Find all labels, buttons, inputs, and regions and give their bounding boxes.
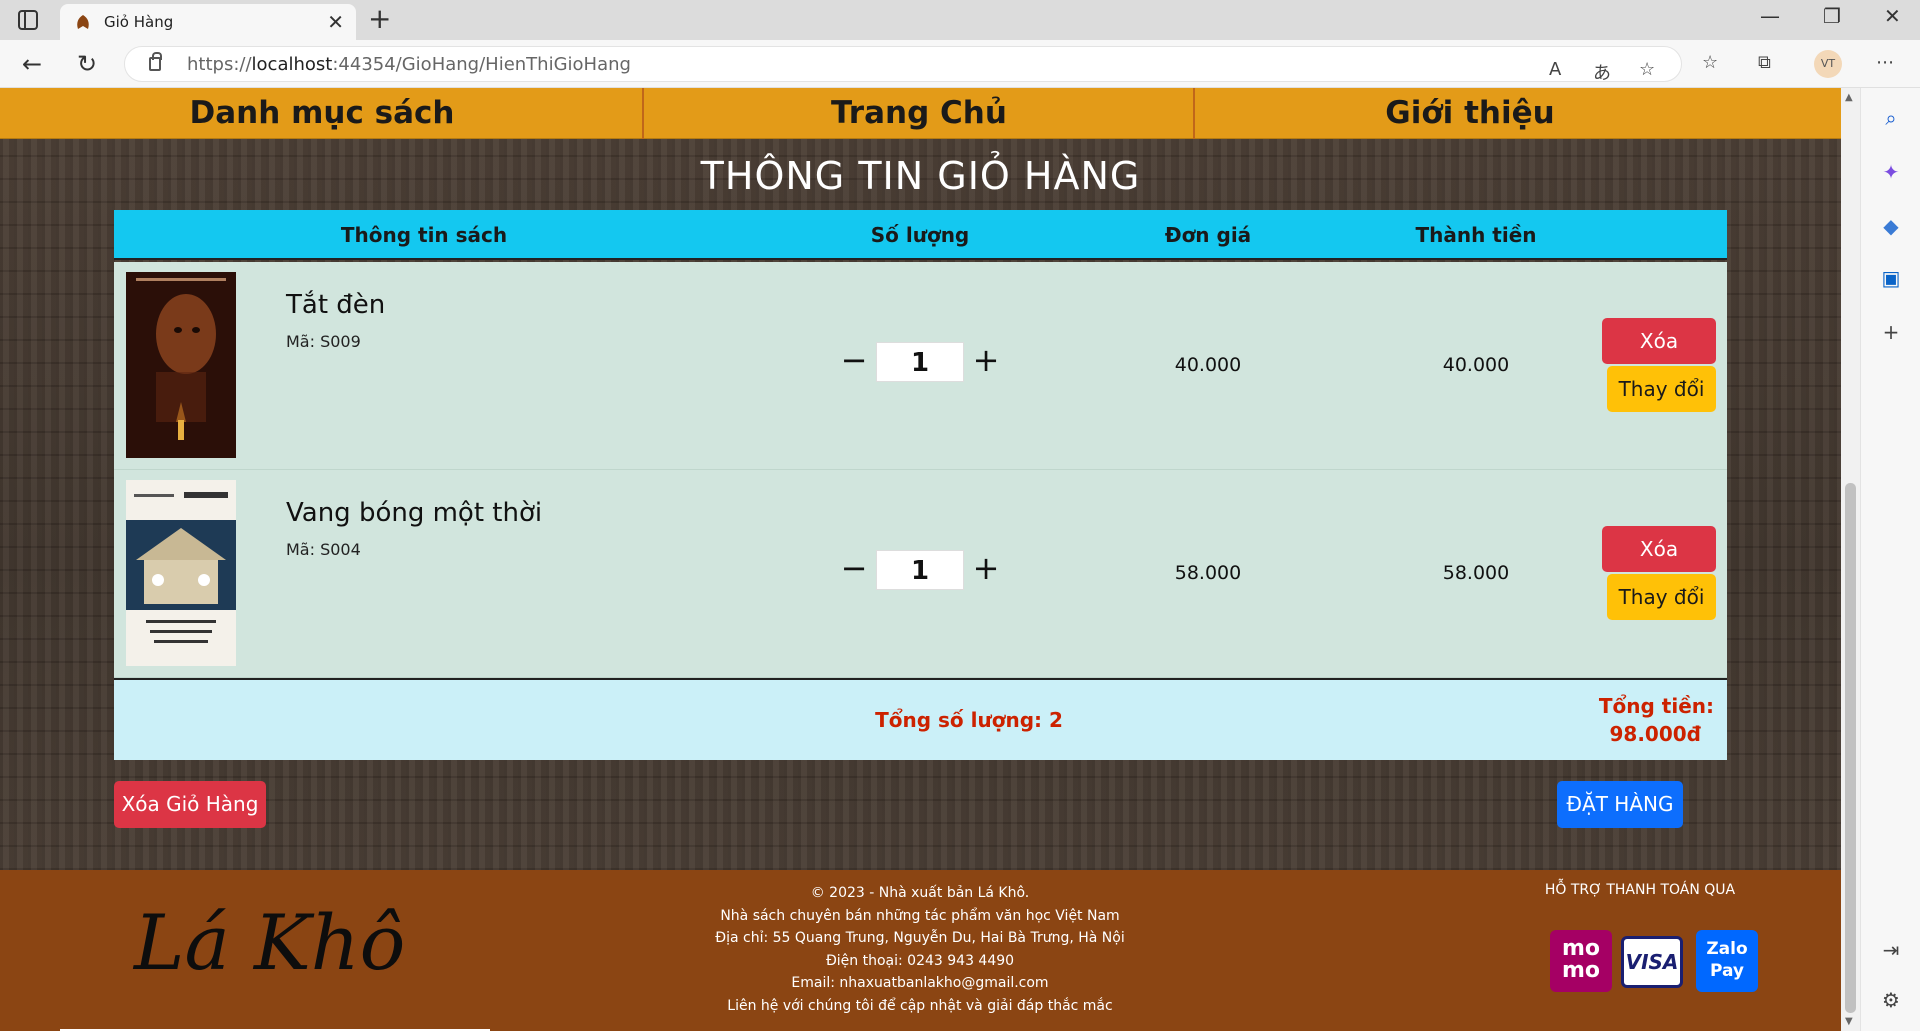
footer-email: Email: nhaxuatbanlakho@gmail.com <box>791 975 1049 991</box>
quantity-input[interactable]: 1 <box>876 550 964 590</box>
shopping-icon[interactable]: ◆ <box>1879 214 1903 238</box>
book-cover-image <box>126 480 236 666</box>
footer-contact: © 2023 - Nhà xuất bản Lá Khô. Nhà sách c… <box>620 882 1220 1017</box>
table-row: Vang bóng một thời Mã: S004 − 1 + 58.000… <box>114 470 1727 678</box>
close-tab-icon[interactable]: ✕ <box>327 10 344 34</box>
browser-sidebar: ⌕ ✦ ◆ ▣ + ⇥ ⚙ <box>1860 88 1920 1031</box>
zalopay-logo: Zalo Pay <box>1696 930 1758 992</box>
nav-categories[interactable]: Danh mục sách <box>0 88 644 139</box>
unit-price: 40.000 <box>1174 354 1242 376</box>
add-icon[interactable]: + <box>1879 320 1903 344</box>
header-unit-price: Đơn giá <box>1164 223 1252 247</box>
footer-contact-note: Liên hệ với chúng tôi để cập nhật và giả… <box>727 997 1113 1014</box>
total-quantity: Tổng số lượng: 2 <box>875 708 1063 732</box>
browser-tab[interactable]: Giỏ Hàng ✕ <box>60 4 356 40</box>
back-icon[interactable]: ← <box>22 50 42 78</box>
scroll-down-icon[interactable]: ▼ <box>1845 1016 1853 1027</box>
refresh-icon[interactable]: ↻ <box>77 50 97 78</box>
lock-icon <box>149 52 162 71</box>
copilot-icon[interactable]: ✦ <box>1879 160 1903 184</box>
page-scrollbar[interactable]: ▲ ▼ <box>1841 88 1860 1031</box>
more-menu-icon[interactable]: ⋯ <box>1876 52 1894 73</box>
new-tab-icon[interactable]: + <box>368 2 391 35</box>
page-title: THÔNG TIN GIỎ HÀNG <box>700 154 1141 198</box>
update-item-button[interactable]: Thay đổi <box>1607 366 1716 412</box>
increase-quantity-button[interactable]: + <box>972 340 1000 380</box>
translate-icon[interactable]: あ <box>1593 59 1611 85</box>
close-window-icon[interactable]: ✕ <box>1884 4 1901 28</box>
book-title[interactable]: Vang bóng một thời <box>286 498 542 528</box>
book-code: Mã: S009 <box>286 332 361 351</box>
brand-logo: Lá Khô <box>134 898 406 987</box>
book-cover-image <box>126 272 236 458</box>
page-viewport: Danh mục sách Trang Chủ Giới thiệu THÔNG… <box>0 88 1841 1031</box>
footer-copyright: © 2023 - Nhà xuất bản Lá Khô. <box>810 885 1030 901</box>
nav-about[interactable]: Giới thiệu <box>1195 88 1745 139</box>
site-nav: Danh mục sách Trang Chủ Giới thiệu <box>0 88 1841 139</box>
momo-logo: mo mo <box>1550 930 1612 992</box>
table-row: Tắt đèn Mã: S009 − 1 + 40.000 40.000 Xóa… <box>114 262 1727 470</box>
header-quantity: Số lượng <box>870 223 970 247</box>
hide-sidebar-icon[interactable]: ⇥ <box>1879 938 1903 962</box>
clear-cart-button[interactable]: Xóa Giỏ Hàng <box>114 781 266 828</box>
line-total: 58.000 <box>1442 562 1510 584</box>
restore-icon[interactable]: ❐ <box>1823 4 1841 28</box>
total-price-label: Tổng tiền: <box>1598 694 1714 718</box>
profile-avatar[interactable]: VT <box>1814 50 1842 78</box>
collections-icon[interactable]: ⧉ <box>1758 52 1771 73</box>
header-book-info: Thông tin sách <box>340 223 508 247</box>
delete-item-button[interactable]: Xóa <box>1602 526 1716 572</box>
update-item-button[interactable]: Thay đổi <box>1607 574 1716 620</box>
line-total: 40.000 <box>1442 354 1510 376</box>
search-icon[interactable]: ⌕ <box>1879 106 1903 130</box>
table-header: Thông tin sách Số lượng Đơn giá Thành ti… <box>114 210 1727 260</box>
minimize-icon[interactable]: — <box>1760 4 1780 28</box>
tab-title: Giỏ Hàng <box>104 13 174 31</box>
site-footer: Lá Khô © 2023 - Nhà xuất bản Lá Khô. Nhà… <box>0 870 1841 1031</box>
scrollbar-thumb[interactable] <box>1845 483 1856 1013</box>
read-aloud-icon[interactable]: A <box>1549 59 1561 80</box>
delete-item-button[interactable]: Xóa <box>1602 318 1716 364</box>
increase-quantity-button[interactable]: + <box>972 548 1000 588</box>
footer-phone: Điện thoại: 0243 943 4490 <box>825 952 1015 969</box>
book-title[interactable]: Tắt đèn <box>286 290 385 320</box>
url-field[interactable]: https://localhost:44354/GioHang/HienThiG… <box>124 46 1682 85</box>
nav-home[interactable]: Trang Chủ <box>644 88 1194 139</box>
cart-summary: Tổng số lượng: 2 Tổng tiền: 98.000đ <box>114 678 1727 760</box>
favorite-add-icon[interactable]: ☆ <box>1639 59 1655 80</box>
book-code: Mã: S004 <box>286 540 361 559</box>
footer-description: Nhà sách chuyên bán những tác phẩm văn h… <box>720 907 1120 924</box>
outlook-icon[interactable]: ▣ <box>1879 266 1903 290</box>
total-price-value: 98.000đ <box>1609 722 1702 746</box>
visa-logo: VISA <box>1621 936 1683 988</box>
scroll-up-icon[interactable]: ▲ <box>1845 92 1853 103</box>
unit-price: 58.000 <box>1174 562 1242 584</box>
decrease-quantity-button[interactable]: − <box>840 548 868 588</box>
header-subtotal: Thành tiền <box>1415 223 1537 247</box>
favorites-icon[interactable]: ☆ <box>1702 52 1718 73</box>
url-text: https://localhost:44354/GioHang/HienThiG… <box>187 54 631 75</box>
settings-gear-icon[interactable]: ⚙ <box>1879 988 1903 1012</box>
quantity-input[interactable]: 1 <box>876 342 964 382</box>
sidebar-toggle-icon[interactable] <box>18 10 38 30</box>
browser-tab-bar: Giỏ Hàng ✕ + — ❐ ✕ <box>0 0 1920 40</box>
footer-address: Địa chỉ: 55 Quang Trung, Nguyễn Du, Hai … <box>715 930 1125 946</box>
leaf-favicon-icon <box>77 15 89 29</box>
place-order-button[interactable]: ĐẶT HÀNG <box>1557 781 1683 828</box>
address-bar: ← ↻ https://localhost:44354/GioHang/Hien… <box>0 40 1920 88</box>
decrease-quantity-button[interactable]: − <box>840 340 868 380</box>
payment-support-title: HỖ TRỢ THANH TOÁN QUA <box>1544 882 1736 898</box>
